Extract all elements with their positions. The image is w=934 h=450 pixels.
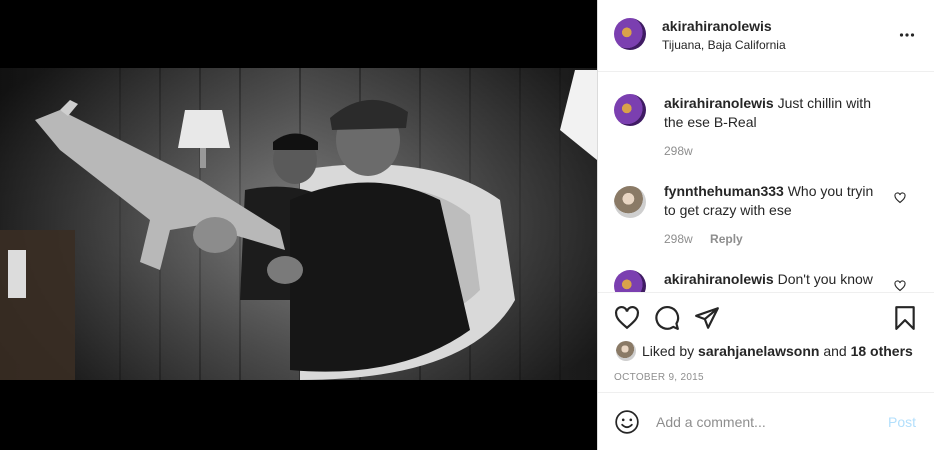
comment-text: fynnthehuman333 Who you tryin to get cra…: [664, 182, 888, 220]
comments-list[interactable]: akirahiranolewis Just chillin with the e…: [598, 72, 934, 292]
emoji-smiley-icon[interactable]: [614, 409, 640, 435]
like-comment-heart-icon[interactable]: [894, 192, 906, 204]
comment-age[interactable]: 298w: [664, 232, 693, 246]
comment-avatar[interactable]: [614, 94, 646, 126]
post-date[interactable]: OCTOBER 9, 2015: [614, 372, 704, 383]
comment-meta: 298w: [664, 144, 693, 158]
user-avatar[interactable]: [614, 18, 646, 50]
liker-avatar[interactable]: [616, 341, 636, 361]
post-header: akirahiranolewis Tijuana, Baja Californi…: [598, 0, 934, 72]
more-horizontal-icon[interactable]: [899, 27, 915, 43]
post-actions: Liked by sarahjanelawsonn and 18 others …: [598, 292, 934, 392]
like-heart-icon[interactable]: [614, 305, 640, 331]
comment-username[interactable]: akirahiranolewis: [664, 271, 774, 287]
comment-text: akirahiranolewis Don't you know: [664, 270, 888, 289]
likes-and: and: [823, 343, 847, 359]
comment-avatar[interactable]: [614, 186, 646, 218]
photo-image: [0, 0, 597, 450]
post-location[interactable]: Tijuana, Baja California: [662, 38, 786, 52]
comment-bubble-icon[interactable]: [654, 305, 680, 331]
post-detail-panel: akirahiranolewis Tijuana, Baja Californi…: [597, 0, 934, 450]
comment-meta: 298w Reply: [664, 232, 743, 246]
add-comment-bar: Post: [598, 392, 934, 450]
likes-summary: Liked by sarahjanelawsonn and 18 others: [616, 341, 913, 361]
likes-others-link[interactable]: 18 others: [851, 343, 913, 359]
likes-prefix: Liked by: [642, 343, 695, 359]
comment-username[interactable]: fynnthehuman333: [664, 183, 784, 199]
comment-body: Don't you know: [777, 271, 873, 287]
post-comment-button[interactable]: Post: [888, 414, 916, 430]
comment-age[interactable]: 298w: [664, 144, 693, 158]
liker-username[interactable]: sarahjanelawsonn: [698, 343, 819, 359]
comment-username[interactable]: akirahiranolewis: [664, 95, 774, 111]
comment-input[interactable]: [654, 407, 874, 437]
share-paper-plane-icon[interactable]: [694, 305, 720, 331]
like-comment-heart-icon[interactable]: [894, 280, 906, 292]
save-bookmark-icon[interactable]: [892, 305, 918, 331]
comment-avatar[interactable]: [614, 270, 646, 292]
post-username[interactable]: akirahiranolewis: [662, 18, 772, 34]
post-photo[interactable]: [0, 0, 597, 450]
comment-text: akirahiranolewis Just chillin with the e…: [664, 94, 888, 132]
reply-button[interactable]: Reply: [710, 232, 743, 246]
